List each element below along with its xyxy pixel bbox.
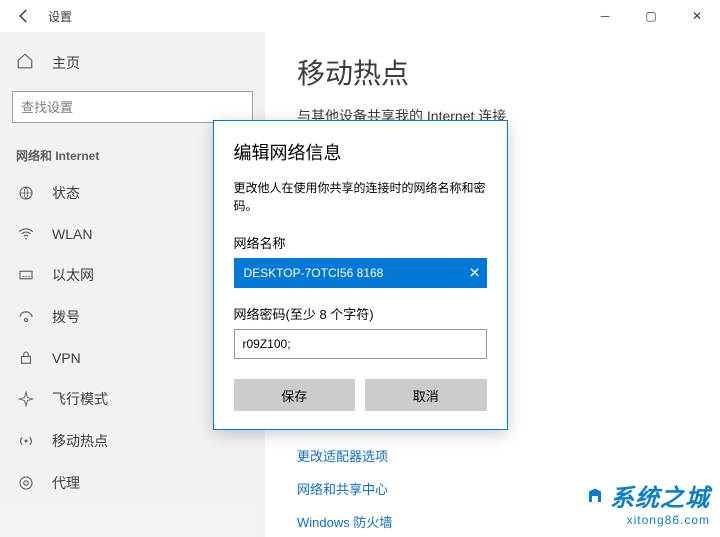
dialog-title: 编辑网络信息 [234,139,487,165]
modal-overlay: 编辑网络信息 更改他人在使用你共享的连接时的网络名称和密码。 网络名称 ✕ 网络… [0,0,720,537]
watermark-url: xitong86.com [586,513,710,527]
edit-network-dialog: 编辑网络信息 更改他人在使用你共享的连接时的网络名称和密码。 网络名称 ✕ 网络… [213,120,508,430]
close-icon: ✕ [469,265,481,281]
network-name-label: 网络名称 [234,233,487,252]
network-name-input[interactable] [234,258,487,288]
cancel-button[interactable]: 取消 [365,379,487,411]
watermark-logo-icon [586,487,604,505]
watermark: 系统之城 xitong86.com [586,478,710,527]
network-password-input[interactable] [234,329,487,359]
watermark-brand: 系统之城 [610,478,710,513]
dialog-description: 更改他人在使用你共享的连接时的网络名称和密码。 [234,179,487,215]
clear-input-button[interactable]: ✕ [469,265,481,282]
save-button[interactable]: 保存 [234,379,356,411]
network-password-label: 网络密码(至少 8 个字符) [234,304,487,323]
